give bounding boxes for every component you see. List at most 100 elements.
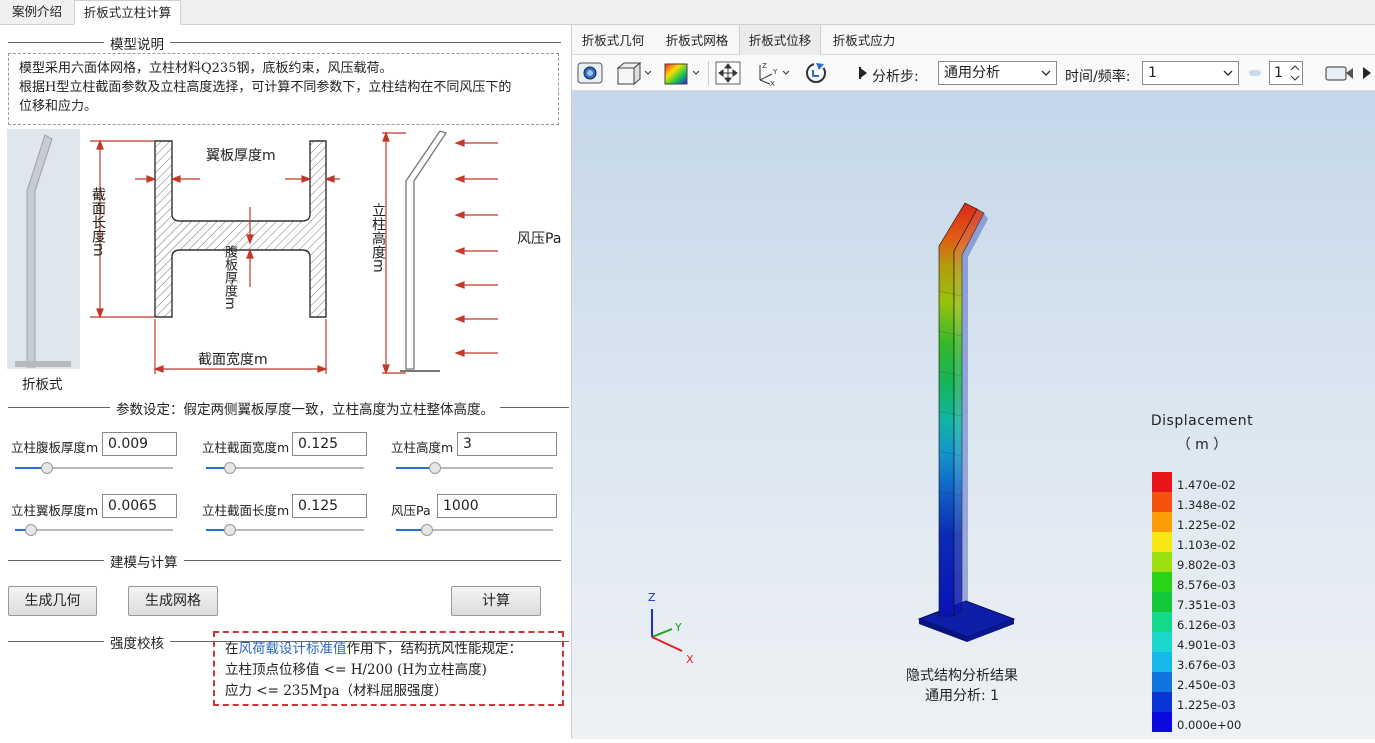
legend-row: 1.348e-02	[1152, 492, 1272, 512]
screenshot-camera-icon[interactable]	[576, 60, 604, 86]
check-line-3: 应力 <= 235Mpa（材料屈服强度）	[225, 683, 448, 699]
tab-stress[interactable]: 折板式应力	[823, 25, 905, 55]
param-wind-pressure-input[interactable]: 1000	[437, 494, 557, 518]
h-section-diagram	[90, 139, 340, 374]
tab-case-intro[interactable]: 案例介绍	[0, 0, 74, 25]
column-elevation-diagram	[382, 130, 498, 375]
result-tab-bar: 折板式几何 折板式网格 折板式位移 折板式应力	[572, 25, 1375, 55]
param-web-thickness-slider[interactable]	[15, 462, 173, 474]
section-model-header: 模型说明	[0, 33, 569, 53]
legend-value: 4.901e-03	[1177, 638, 1236, 652]
tab-column-calc[interactable]: 折板式立柱计算	[74, 0, 181, 25]
step-prev-icon[interactable]	[856, 60, 870, 86]
legend-row: 1.103e-02	[1152, 532, 1272, 552]
slider-knob[interactable]	[24, 524, 37, 536]
time-freq-value: 1	[1148, 65, 1157, 81]
pan-move-icon[interactable]	[714, 60, 742, 86]
legend-swatch	[1152, 632, 1172, 652]
param-section-length-label: 立柱截面长度m	[202, 503, 290, 518]
legend-value: 0.000e+00	[1177, 718, 1242, 732]
label-column-height: 立柱高度m	[370, 203, 386, 273]
param-column-height-label: 立柱高度m	[391, 440, 454, 455]
contour-style-icon[interactable]	[662, 60, 702, 86]
param-flange-thickness-input[interactable]: 0.0065	[102, 494, 177, 518]
column-thumbnail	[7, 129, 80, 369]
wind-load-standard-link[interactable]: 风荷载设计标准值	[239, 641, 347, 657]
param-section-width-label: 立柱截面宽度m	[202, 440, 290, 455]
legend-swatch	[1152, 672, 1172, 692]
param-column-height-input[interactable]: 3	[457, 432, 557, 456]
right-panel: 折板式几何 折板式网格 折板式位移 折板式应力 ZYX 分析步: 通用分析 时间…	[571, 25, 1375, 739]
check-prefix: 在	[225, 641, 239, 657]
axis-x-label: X	[686, 653, 694, 666]
legend-value: 3.676e-03	[1177, 658, 1236, 672]
legend-value: 2.450e-03	[1177, 678, 1236, 692]
legend-row: 9.802e-03	[1152, 552, 1272, 572]
axis-z-label: Z	[648, 591, 656, 604]
legend-swatch	[1152, 492, 1172, 512]
param-section-length-input[interactable]: 0.125	[292, 494, 367, 518]
frame-slider-thumb[interactable]	[1249, 70, 1261, 76]
legend-value: 1.225e-03	[1177, 698, 1236, 712]
slider-knob[interactable]	[223, 462, 236, 474]
frame-spin-value: 1	[1274, 65, 1283, 81]
strength-check-note: 在风荷载设计标准值作用下，结构抗风性能规定： 立柱顶点位移值 <= H/200 …	[213, 631, 564, 706]
label-section-length: 截面长度m	[90, 187, 106, 257]
legend-swatch	[1152, 532, 1172, 552]
legend-value: 1.348e-02	[1177, 498, 1236, 512]
param-wind-pressure-slider[interactable]	[396, 524, 553, 536]
3d-viewport[interactable]: Z Y X 隐式结构分析结果 通用分析: 1 Displacement （ m …	[572, 91, 1375, 739]
param-wind-pressure-label: 风压Pa	[391, 503, 431, 518]
param-flange-thickness-slider[interactable]	[15, 524, 173, 536]
legend-row: 0.000e+00	[1152, 712, 1272, 732]
legend-row: 3.676e-03	[1152, 652, 1272, 672]
legend-value: 1.225e-02	[1177, 518, 1236, 532]
param-column-height-slider[interactable]	[396, 462, 553, 474]
legend-row: 1.225e-02	[1152, 512, 1272, 532]
step-next-icon[interactable]	[1360, 60, 1374, 86]
slider-knob[interactable]	[40, 462, 53, 474]
analysis-step-select[interactable]: 通用分析	[938, 61, 1057, 85]
legend-swatch	[1152, 692, 1172, 712]
legend-value: 1.103e-02	[1177, 538, 1236, 552]
param-section-width-slider[interactable]	[206, 462, 364, 474]
time-freq-label: 时间/频率:	[1065, 69, 1131, 85]
spin-arrows-icon[interactable]	[1290, 64, 1300, 82]
model-description: 模型采用六面体网格，立柱材料Q235钢，底板约束，风压载荷。 根据H型立柱截面参…	[8, 53, 559, 125]
legend-row: 1.470e-02	[1152, 472, 1272, 492]
slider-knob[interactable]	[429, 462, 442, 474]
desc-line-2: 根据H型立柱截面参数及立柱高度选择，可计算不同参数下，立柱结构在不同风压下的	[19, 80, 512, 95]
legend-unit: （ m ）	[1176, 437, 1228, 453]
slider-knob[interactable]	[223, 524, 236, 536]
generate-mesh-button[interactable]: 生成网格	[128, 586, 218, 616]
frame-spinbox[interactable]: 1	[1269, 61, 1303, 85]
tab-mesh[interactable]: 折板式网格	[656, 25, 738, 55]
time-freq-select[interactable]: 1	[1142, 61, 1239, 85]
analysis-step-label: 分析步:	[872, 69, 919, 85]
legend-value: 7.351e-03	[1177, 598, 1236, 612]
axis-orientation-icon[interactable]: ZYX	[752, 60, 792, 88]
legend-value: 9.802e-03	[1177, 558, 1236, 572]
param-web-thickness-input[interactable]: 0.009	[102, 432, 177, 456]
check-line-1: 在风荷载设计标准值作用下，结构抗风性能规定：	[225, 639, 552, 660]
reset-view-icon[interactable]	[802, 60, 830, 86]
legend-row: 4.901e-03	[1152, 632, 1272, 652]
legend-swatch	[1152, 712, 1172, 732]
tab-geometry[interactable]: 折板式几何	[572, 25, 654, 55]
param-section-length-slider[interactable]	[206, 524, 364, 536]
record-video-icon[interactable]	[1324, 60, 1356, 86]
slider-knob[interactable]	[421, 524, 434, 536]
legend-swatch	[1152, 652, 1172, 672]
column-thumbnail-svg	[15, 134, 71, 368]
analysis-step-value: 通用分析	[944, 65, 1000, 81]
chevron-down-icon	[1041, 70, 1051, 76]
legend-swatch	[1152, 572, 1172, 592]
label-web-thickness: 腹板厚度m	[222, 245, 237, 310]
calculate-button[interactable]: 计算	[451, 586, 541, 616]
axis-y-label: Y	[675, 621, 682, 634]
tab-displacement[interactable]: 折板式位移	[739, 25, 821, 55]
view-cube-icon[interactable]	[614, 60, 654, 86]
param-section-width-input[interactable]: 0.125	[292, 432, 367, 456]
legend-value: 8.576e-03	[1177, 578, 1236, 592]
generate-geometry-button[interactable]: 生成几何	[8, 586, 97, 616]
